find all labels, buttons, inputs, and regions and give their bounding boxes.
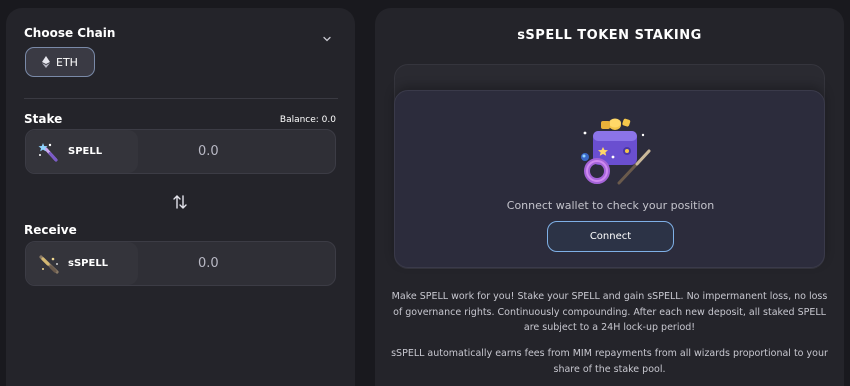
chain-button-label: ETH (56, 55, 78, 69)
receive-token-row: sSPELL 0.0 (25, 241, 336, 286)
swap-arrows-icon[interactable] (171, 193, 189, 211)
chain-button-eth[interactable]: ETH (25, 47, 95, 77)
staking-form-panel: Choose Chain ETH Stake Balance: 0.0 SPEL… (6, 8, 355, 386)
connect-wallet-card: Connect wallet to check your position Co… (394, 90, 825, 268)
wallet-illustration (581, 118, 651, 185)
staking-info-panel: sSPELL TOKEN STAKING Connect wallet to c… (375, 8, 844, 386)
stake-label: Stake (24, 112, 63, 126)
receive-token-symbol: sSPELL (68, 258, 109, 269)
choose-chain-label: Choose Chain (24, 26, 116, 40)
chevron-down-icon[interactable] (321, 33, 333, 45)
sspell-wand-icon (39, 254, 59, 274)
receive-label: Receive (24, 223, 77, 237)
description-paragraph-1: Make SPELL work for you! Stake your SPEL… (391, 291, 828, 333)
connect-wallet-message: Connect wallet to check your position (506, 199, 715, 212)
stake-token-symbol: SPELL (68, 146, 103, 157)
balance-text: Balance: 0.0 (279, 115, 336, 125)
divider (24, 98, 338, 99)
stake-token-row: SPELL 0.0 (25, 129, 336, 174)
ethereum-icon (42, 56, 51, 68)
receive-amount-output: 0.0 (198, 256, 219, 271)
page-title: sSPELL TOKEN STAKING (517, 28, 702, 43)
receive-token-select[interactable]: sSPELL (26, 242, 138, 285)
stake-token-select[interactable]: SPELL (26, 130, 138, 173)
spell-wand-icon (38, 142, 58, 161)
connect-button[interactable]: Connect (547, 221, 674, 252)
stake-amount-input[interactable]: 0.0 (138, 130, 335, 173)
description-paragraph-2: sSPELL automatically earns fees from MIM… (391, 348, 828, 375)
